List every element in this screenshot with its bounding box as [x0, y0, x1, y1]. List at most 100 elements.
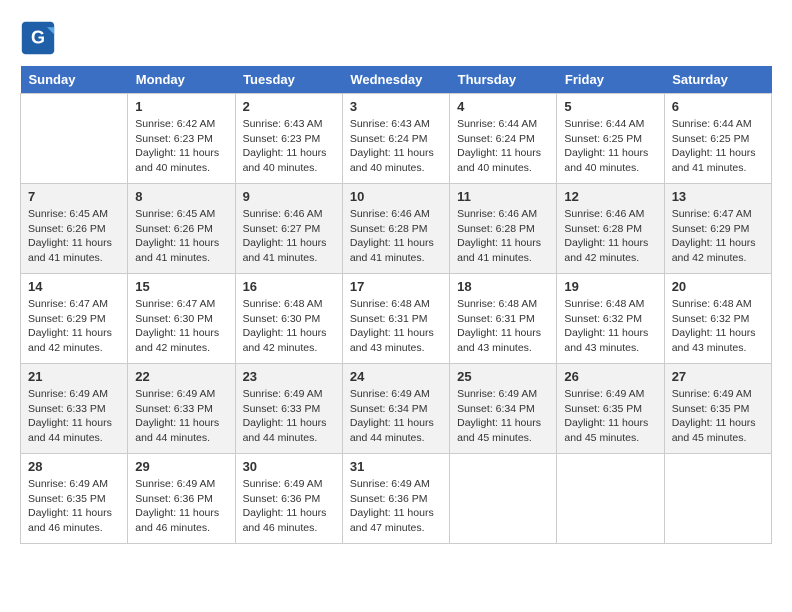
- day-detail: Sunrise: 6:48 AM Sunset: 6:32 PM Dayligh…: [564, 297, 656, 356]
- header-cell-saturday: Saturday: [664, 66, 771, 94]
- day-number: 21: [28, 369, 120, 384]
- day-number: 30: [243, 459, 335, 474]
- day-number: 9: [243, 189, 335, 204]
- day-detail: Sunrise: 6:43 AM Sunset: 6:24 PM Dayligh…: [350, 117, 442, 176]
- day-detail: Sunrise: 6:44 AM Sunset: 6:25 PM Dayligh…: [672, 117, 764, 176]
- day-number: 22: [135, 369, 227, 384]
- day-number: 18: [457, 279, 549, 294]
- day-detail: Sunrise: 6:49 AM Sunset: 6:33 PM Dayligh…: [28, 387, 120, 446]
- day-cell: 3 Sunrise: 6:43 AM Sunset: 6:24 PM Daylig…: [342, 94, 449, 184]
- day-cell: 31 Sunrise: 6:49 AM Sunset: 6:36 PM Dayli…: [342, 454, 449, 544]
- day-cell: 9 Sunrise: 6:46 AM Sunset: 6:27 PM Daylig…: [235, 184, 342, 274]
- day-number: 4: [457, 99, 549, 114]
- day-detail: Sunrise: 6:48 AM Sunset: 6:31 PM Dayligh…: [457, 297, 549, 356]
- day-detail: Sunrise: 6:49 AM Sunset: 6:35 PM Dayligh…: [672, 387, 764, 446]
- day-cell: 29 Sunrise: 6:49 AM Sunset: 6:36 PM Dayli…: [128, 454, 235, 544]
- logo-icon: G: [20, 20, 56, 56]
- day-number: 15: [135, 279, 227, 294]
- day-detail: Sunrise: 6:45 AM Sunset: 6:26 PM Dayligh…: [135, 207, 227, 266]
- day-detail: Sunrise: 6:46 AM Sunset: 6:28 PM Dayligh…: [457, 207, 549, 266]
- logo: G: [20, 20, 60, 56]
- day-detail: Sunrise: 6:48 AM Sunset: 6:32 PM Dayligh…: [672, 297, 764, 356]
- day-number: 25: [457, 369, 549, 384]
- day-cell: 15 Sunrise: 6:47 AM Sunset: 6:30 PM Dayli…: [128, 274, 235, 364]
- day-cell: 26 Sunrise: 6:49 AM Sunset: 6:35 PM Dayli…: [557, 364, 664, 454]
- day-number: 26: [564, 369, 656, 384]
- week-row-5: 28 Sunrise: 6:49 AM Sunset: 6:35 PM Dayli…: [21, 454, 772, 544]
- day-cell: 24Sunrise: 6:49 AM Sunset: 6:34 PM Dayli…: [342, 364, 449, 454]
- calendar-body: 1Sunrise: 6:42 AM Sunset: 6:23 PM Daylig…: [21, 94, 772, 544]
- header-cell-friday: Friday: [557, 66, 664, 94]
- day-detail: Sunrise: 6:49 AM Sunset: 6:34 PM Dayligh…: [350, 387, 442, 446]
- day-number: 1: [135, 99, 227, 114]
- week-row-1: 1Sunrise: 6:42 AM Sunset: 6:23 PM Daylig…: [21, 94, 772, 184]
- day-number: 3: [350, 99, 442, 114]
- day-number: 6: [672, 99, 764, 114]
- header-cell-tuesday: Tuesday: [235, 66, 342, 94]
- day-detail: Sunrise: 6:49 AM Sunset: 6:34 PM Dayligh…: [457, 387, 549, 446]
- header-cell-monday: Monday: [128, 66, 235, 94]
- header-row: SundayMondayTuesdayWednesdayThursdayFrid…: [21, 66, 772, 94]
- day-cell: 10 Sunrise: 6:46 AM Sunset: 6:28 PM Dayli…: [342, 184, 449, 274]
- day-cell: [450, 454, 557, 544]
- day-detail: Sunrise: 6:44 AM Sunset: 6:24 PM Dayligh…: [457, 117, 549, 176]
- day-number: 5: [564, 99, 656, 114]
- day-cell: 21 Sunrise: 6:49 AM Sunset: 6:33 PM Dayli…: [21, 364, 128, 454]
- day-cell: 25 Sunrise: 6:49 AM Sunset: 6:34 PM Dayli…: [450, 364, 557, 454]
- day-number: 8: [135, 189, 227, 204]
- day-cell: 19 Sunrise: 6:48 AM Sunset: 6:32 PM Dayli…: [557, 274, 664, 364]
- day-detail: Sunrise: 6:49 AM Sunset: 6:33 PM Dayligh…: [243, 387, 335, 446]
- day-number: 19: [564, 279, 656, 294]
- calendar-table: SundayMondayTuesdayWednesdayThursdayFrid…: [20, 66, 772, 544]
- calendar-header: SundayMondayTuesdayWednesdayThursdayFrid…: [21, 66, 772, 94]
- day-cell: 6 Sunrise: 6:44 AM Sunset: 6:25 PM Daylig…: [664, 94, 771, 184]
- day-number: 10: [350, 189, 442, 204]
- day-cell: 13Sunrise: 6:47 AM Sunset: 6:29 PM Dayli…: [664, 184, 771, 274]
- day-cell: 23Sunrise: 6:49 AM Sunset: 6:33 PM Dayli…: [235, 364, 342, 454]
- page-header: G: [20, 20, 772, 56]
- day-cell: 8 Sunrise: 6:45 AM Sunset: 6:26 PM Daylig…: [128, 184, 235, 274]
- day-cell: 5 Sunrise: 6:44 AM Sunset: 6:25 PM Daylig…: [557, 94, 664, 184]
- day-detail: Sunrise: 6:49 AM Sunset: 6:36 PM Dayligh…: [135, 477, 227, 536]
- day-number: 7: [28, 189, 120, 204]
- day-detail: Sunrise: 6:49 AM Sunset: 6:36 PM Dayligh…: [350, 477, 442, 536]
- day-number: 31: [350, 459, 442, 474]
- day-detail: Sunrise: 6:46 AM Sunset: 6:28 PM Dayligh…: [564, 207, 656, 266]
- day-detail: Sunrise: 6:47 AM Sunset: 6:29 PM Dayligh…: [28, 297, 120, 356]
- day-detail: Sunrise: 6:49 AM Sunset: 6:35 PM Dayligh…: [564, 387, 656, 446]
- day-cell: 11 Sunrise: 6:46 AM Sunset: 6:28 PM Dayli…: [450, 184, 557, 274]
- day-number: 2: [243, 99, 335, 114]
- day-number: 14: [28, 279, 120, 294]
- day-detail: Sunrise: 6:46 AM Sunset: 6:27 PM Dayligh…: [243, 207, 335, 266]
- day-detail: Sunrise: 6:48 AM Sunset: 6:31 PM Dayligh…: [350, 297, 442, 356]
- day-cell: 17 Sunrise: 6:48 AM Sunset: 6:31 PM Dayli…: [342, 274, 449, 364]
- day-detail: Sunrise: 6:45 AM Sunset: 6:26 PM Dayligh…: [28, 207, 120, 266]
- day-number: 11: [457, 189, 549, 204]
- header-cell-wednesday: Wednesday: [342, 66, 449, 94]
- day-detail: Sunrise: 6:47 AM Sunset: 6:29 PM Dayligh…: [672, 207, 764, 266]
- day-cell: 12 Sunrise: 6:46 AM Sunset: 6:28 PM Dayli…: [557, 184, 664, 274]
- day-number: 28: [28, 459, 120, 474]
- day-cell: [557, 454, 664, 544]
- day-number: 17: [350, 279, 442, 294]
- day-cell: 2Sunrise: 6:43 AM Sunset: 6:23 PM Daylig…: [235, 94, 342, 184]
- svg-text:G: G: [31, 27, 45, 47]
- week-row-2: 7 Sunrise: 6:45 AM Sunset: 6:26 PM Daylig…: [21, 184, 772, 274]
- day-cell: 22Sunrise: 6:49 AM Sunset: 6:33 PM Dayli…: [128, 364, 235, 454]
- day-number: 27: [672, 369, 764, 384]
- header-cell-sunday: Sunday: [21, 66, 128, 94]
- day-detail: Sunrise: 6:47 AM Sunset: 6:30 PM Dayligh…: [135, 297, 227, 356]
- header-cell-thursday: Thursday: [450, 66, 557, 94]
- day-cell: 1Sunrise: 6:42 AM Sunset: 6:23 PM Daylig…: [128, 94, 235, 184]
- day-number: 12: [564, 189, 656, 204]
- day-detail: Sunrise: 6:44 AM Sunset: 6:25 PM Dayligh…: [564, 117, 656, 176]
- day-number: 29: [135, 459, 227, 474]
- day-detail: Sunrise: 6:46 AM Sunset: 6:28 PM Dayligh…: [350, 207, 442, 266]
- day-cell: 30Sunrise: 6:49 AM Sunset: 6:36 PM Dayli…: [235, 454, 342, 544]
- day-detail: Sunrise: 6:49 AM Sunset: 6:35 PM Dayligh…: [28, 477, 120, 536]
- day-cell: 18 Sunrise: 6:48 AM Sunset: 6:31 PM Dayli…: [450, 274, 557, 364]
- day-cell: 20Sunrise: 6:48 AM Sunset: 6:32 PM Dayli…: [664, 274, 771, 364]
- day-cell: 28 Sunrise: 6:49 AM Sunset: 6:35 PM Dayli…: [21, 454, 128, 544]
- day-cell: 4 Sunrise: 6:44 AM Sunset: 6:24 PM Daylig…: [450, 94, 557, 184]
- week-row-4: 21 Sunrise: 6:49 AM Sunset: 6:33 PM Dayli…: [21, 364, 772, 454]
